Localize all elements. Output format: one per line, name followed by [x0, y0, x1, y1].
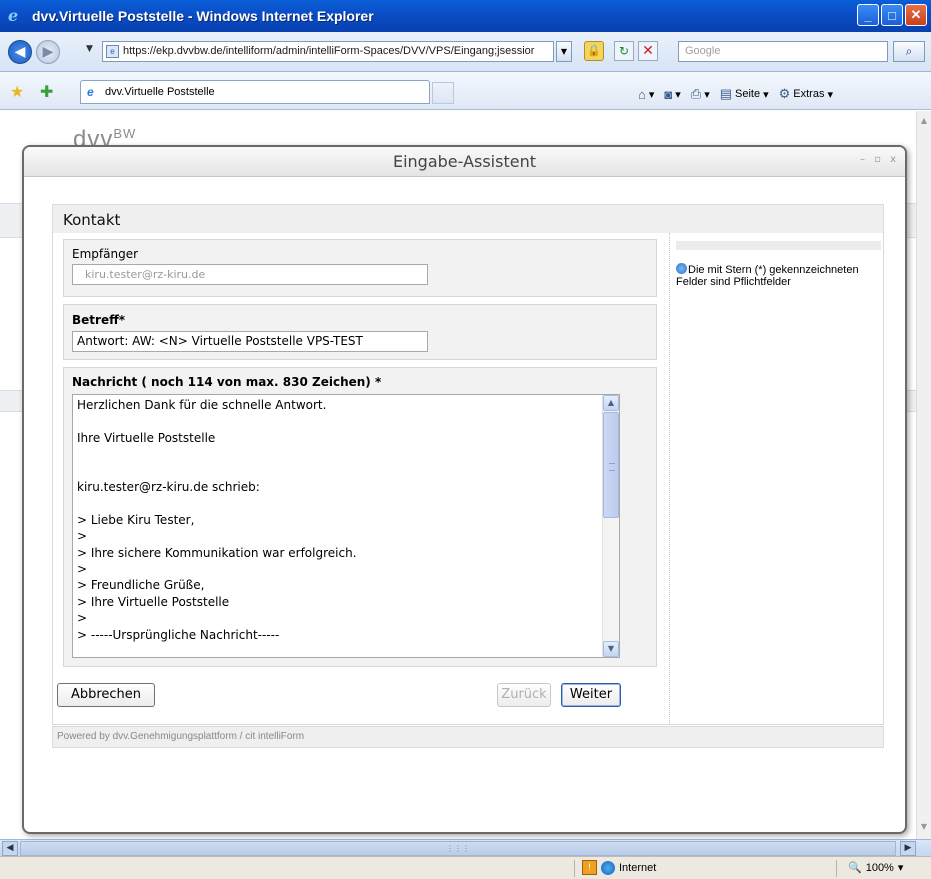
message-text: Herzlichen Dank für die schnelle Antwort… [77, 398, 357, 642]
print-icon: ⎙ [690, 86, 702, 101]
stop-button[interactable]: ✕ [638, 41, 658, 61]
forward-button[interactable]: ▶ [36, 40, 60, 64]
command-bar: ⌂ ▾ ◙ ▾ ⎙ ▾ ▤ Seite ▾ ⚙ Extras ▾ [638, 86, 833, 102]
hint-header-bar [676, 241, 881, 250]
dialog-window-controls[interactable]: – ▫ x [860, 154, 899, 165]
address-dropdown-button[interactable]: ▼ [556, 41, 572, 62]
status-bar: ! Internet 🔍 100% ▾ [0, 856, 931, 879]
subject-section: Betreff* Antwort: AW: <N> Virtuelle Post… [63, 304, 657, 360]
extras-menu-button[interactable]: ⚙ Extras ▾ [779, 86, 833, 102]
scroll-right-icon[interactable]: ▶ [900, 841, 916, 856]
address-input[interactable]: e https://ekp.dvvbw.de/intelliform/admin… [102, 41, 554, 62]
lock-icon[interactable]: 🔒 [584, 41, 604, 61]
zone-label: Internet [619, 861, 657, 874]
security-zone[interactable]: ! Internet [582, 860, 656, 875]
protected-mode-icon: ! [582, 860, 597, 875]
scroll-down-icon[interactable]: ▼ [917, 819, 931, 835]
tab-page-icon: e [87, 85, 94, 99]
info-icon [676, 263, 687, 274]
page-menu-icon: ▤ [719, 86, 733, 101]
page-menu-label: Seite [735, 88, 761, 100]
input-assistant-dialog: Eingabe-Assistent – ▫ x Kontakt Empfänge… [22, 145, 907, 834]
column-divider [669, 233, 670, 725]
window-controls: _ □ ✕ [857, 4, 927, 26]
logo-sup: BW [113, 126, 137, 141]
extras-menu-label: Extras [793, 88, 825, 100]
recipient-label: Empfänger [72, 247, 139, 261]
textarea-scroll-up-icon[interactable]: ▲ [603, 395, 619, 411]
home-button[interactable]: ⌂ ▾ [638, 87, 654, 102]
next-button[interactable]: Weiter [561, 683, 621, 707]
recipient-section: Empfänger kiru.tester@rz-kiru.de [63, 239, 657, 297]
required-fields-hint: Die mit Stern (*) gekennzeichneten Felde… [676, 263, 881, 288]
zoom-value: 100% [865, 861, 894, 874]
globe-icon [601, 860, 615, 875]
add-favorite-icon[interactable]: ✚ [40, 82, 53, 101]
dialog-title: Eingabe-Assistent [24, 147, 905, 177]
subject-input[interactable]: Antwort: AW: <N> Virtuelle Poststelle VP… [72, 331, 428, 352]
scroll-grip-icon [609, 463, 615, 471]
close-window-button[interactable]: ✕ [905, 4, 927, 26]
window-title: dvv.Virtuelle Poststelle - Windows Inter… [32, 8, 374, 24]
recipient-field: kiru.tester@rz-kiru.de [72, 264, 428, 285]
status-separator [836, 860, 837, 877]
history-dropdown-icon[interactable]: ▼ [86, 44, 93, 54]
search-input[interactable]: Google [678, 41, 888, 62]
form-title: Kontakt [52, 204, 884, 234]
message-textarea[interactable]: Herzlichen Dank für die schnelle Antwort… [72, 394, 620, 658]
page-icon: e [106, 45, 119, 58]
scroll-up-icon[interactable]: ▲ [917, 113, 931, 129]
horizontal-scroll-thumb[interactable]: ⋮⋮⋮ [20, 841, 896, 856]
form-body: Empfänger kiru.tester@rz-kiru.de Betreff… [52, 233, 884, 725]
status-separator [574, 860, 575, 877]
hint-text: Die mit Stern (*) gekennzeichneten Felde… [676, 264, 859, 288]
refresh-button[interactable]: ↻ [614, 41, 634, 61]
message-section: Nachricht ( noch 114 von max. 830 Zeiche… [63, 367, 657, 667]
page-menu-button[interactable]: ▤ Seite ▾ [720, 86, 769, 102]
message-scrollbar[interactable]: ▲ ▼ [602, 395, 619, 657]
window-titlebar: e dvv.Virtuelle Poststelle - Windows Int… [0, 0, 931, 32]
new-tab-button[interactable] [432, 82, 454, 104]
tab-active[interactable]: e dvv.Virtuelle Poststelle [80, 80, 430, 104]
address-value: https://ekp.dvvbw.de/intelliform/admin/i… [123, 45, 535, 57]
maximize-button[interactable]: □ [881, 4, 903, 26]
search-button[interactable]: ⌕ [893, 41, 925, 62]
tab-toolbar: ★ ✚ e dvv.Virtuelle Poststelle ⌂ ▾ ◙ ▾ ⎙ ▾ … [0, 72, 931, 110]
feeds-icon: ◙ [664, 86, 673, 102]
back-button[interactable]: ◀ [8, 40, 32, 64]
gear-icon: ⚙ [778, 86, 791, 101]
back-button-form[interactable]: Zurück [497, 683, 551, 707]
tab-title: dvv.Virtuelle Poststelle [105, 86, 215, 98]
textarea-scroll-down-icon[interactable]: ▼ [603, 641, 619, 657]
print-button[interactable]: ⎙ ▾ [691, 86, 710, 102]
zoom-dropdown-icon: ▾ [897, 862, 904, 874]
subject-label: Betreff* [72, 313, 126, 327]
zoom-control[interactable]: 🔍 100% ▾ [848, 861, 904, 875]
textarea-scroll-thumb[interactable] [603, 412, 619, 518]
zoom-icon: 🔍 [848, 862, 862, 874]
favorites-star-icon[interactable]: ★ [10, 82, 24, 101]
ie-logo-icon: e [8, 6, 19, 25]
page-vertical-scrollbar[interactable]: ▲ ▼ [916, 111, 931, 839]
address-toolbar: ◀ ▶ ▼ e https://ekp.dvvbw.de/intelliform… [0, 32, 931, 72]
powered-by-footer: Powered by dvv.Genehmigungsplattform / c… [52, 726, 884, 748]
cancel-button[interactable]: Abbrechen [57, 683, 155, 707]
scroll-left-icon[interactable]: ◀ [2, 841, 18, 856]
home-icon: ⌂ [638, 86, 646, 102]
feeds-button[interactable]: ◙ ▾ [664, 87, 680, 102]
message-label: Nachricht ( noch 114 von max. 830 Zeiche… [72, 375, 382, 389]
minimize-button[interactable]: _ [857, 4, 879, 26]
page-horizontal-scrollbar[interactable]: ◀ ⋮⋮⋮ ▶ [0, 839, 931, 856]
